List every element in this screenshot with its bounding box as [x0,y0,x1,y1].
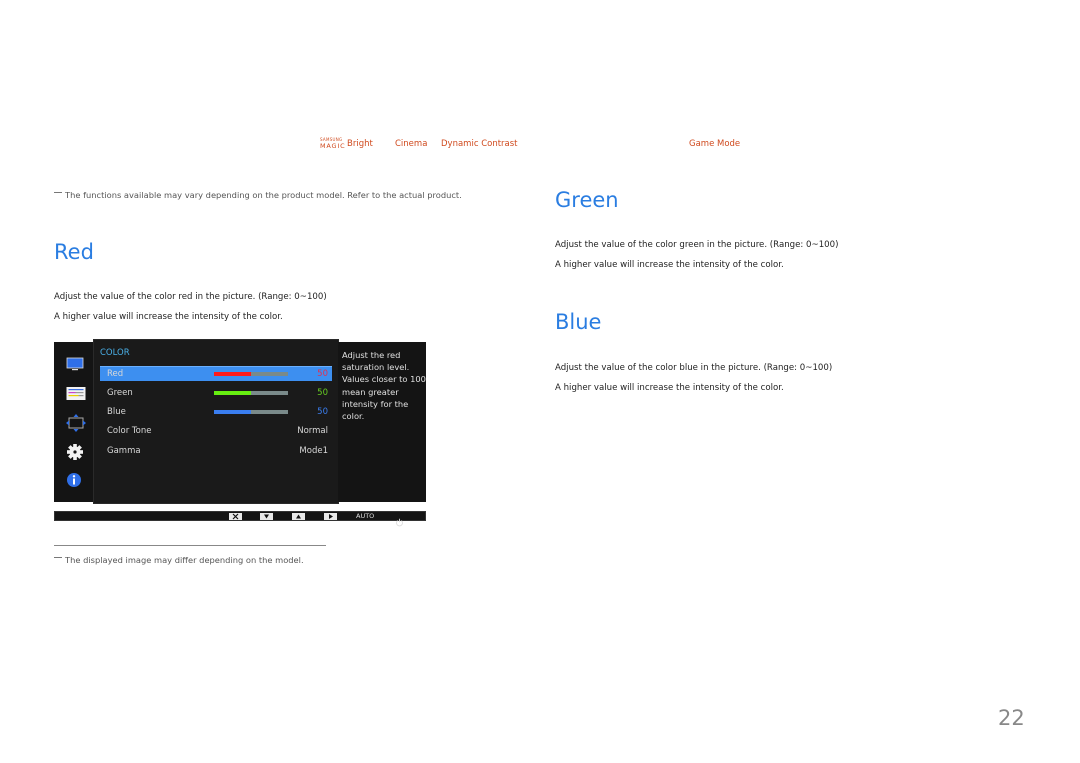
osd-row-value: Mode1 [299,446,328,456]
red-description-line1: Adjust the value of the color red in the… [54,292,327,302]
nav-link-cinema[interactable]: Cinema [395,139,427,149]
page-number: 22 [998,706,1025,730]
onscreen-display-icon[interactable] [66,386,86,402]
footnote-divider [54,545,326,546]
osd-row-label: Blue [107,407,126,417]
information-icon[interactable] [66,471,84,487]
red-heading: Red [54,240,94,264]
osd-help-panel: Adjust the red saturation level. Values … [338,342,426,502]
blue-description-line2: A higher value will increase the intensi… [555,383,784,393]
auto-button[interactable]: AUTO [356,512,374,520]
right-arrow-icon[interactable] [324,513,337,520]
osd-row-label: Color Tone [107,426,152,436]
osd-row-label: Red [107,369,124,379]
osd-row-blue[interactable]: Blue 50 [100,405,332,420]
osd-menu-title: COLOR [100,348,130,358]
osd-row-color-tone[interactable]: Color Tone Normal [100,424,332,439]
osd-row-value: 50 [317,369,328,379]
nav-link-dynamic-contrast[interactable]: Dynamic Contrast [441,139,518,149]
blue-level-slider[interactable] [214,410,288,414]
note-dash [54,557,62,558]
down-arrow-icon[interactable] [260,513,273,520]
osd-row-value: Normal [297,426,328,436]
green-level-slider[interactable] [214,391,288,395]
green-heading: Green [555,188,619,212]
nav-link-bright[interactable]: Bright [347,139,373,149]
position-icon[interactable] [66,414,86,432]
osd-row-red[interactable]: Red 50 [100,366,332,381]
functions-note: The functions available may vary dependi… [54,190,462,200]
image-note: The displayed image may differ depending… [54,555,304,565]
top-nav: SAMSUNG MAGIC Bright Cinema Dynamic Cont… [0,137,1080,151]
osd-row-value: 50 [317,407,328,417]
red-level-fill [214,372,251,376]
green-description-line1: Adjust the value of the color green in t… [555,240,839,250]
close-icon[interactable] [229,513,242,520]
up-arrow-icon[interactable] [292,513,305,520]
red-level-slider[interactable] [214,372,288,376]
osd-row-gamma[interactable]: Gamma Mode1 [100,444,332,459]
osd-sidebar [54,342,94,502]
osd-row-label: Green [107,388,133,398]
osd-button-bar: AUTO [54,511,426,527]
blue-description-line1: Adjust the value of the color blue in th… [555,363,833,373]
power-icon[interactable] [395,512,404,527]
red-description-line2: A higher value will increase the intensi… [54,312,283,322]
blue-level-fill [214,410,251,414]
osd-color-menu: COLOR Red 50 Green 50 Blue 50 Color Tone… [93,339,339,504]
osd-row-green[interactable]: Green 50 [100,386,332,401]
nav-link-game-mode[interactable]: Game Mode [689,139,740,149]
osd-row-label: Gamma [107,446,141,456]
green-level-fill [214,391,251,395]
picture-icon[interactable] [66,357,84,373]
note-dash [54,192,62,193]
green-description-line2: A higher value will increase the intensi… [555,260,784,270]
osd-help-text: Adjust the red saturation level. Values … [342,350,426,422]
blue-heading: Blue [555,310,602,334]
samsung-magic-logo: SAMSUNG MAGIC [320,137,346,150]
settings-gear-icon[interactable] [66,443,84,460]
osd-row-value: 50 [317,388,328,398]
